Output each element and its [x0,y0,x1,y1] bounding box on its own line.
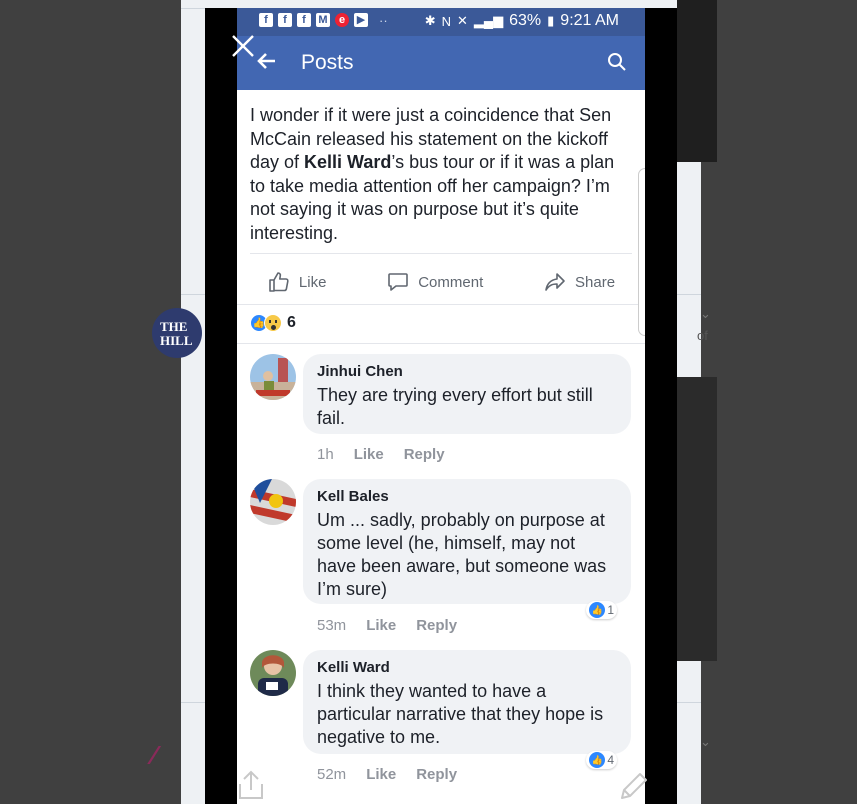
the-hill-logo: THE HILL [152,308,202,358]
facebook-icon: f [278,13,292,27]
comment-text: Um ... sadly, probably on purpose at som… [317,510,607,599]
nfc-icon: N [441,13,451,29]
more-dots-icon: ·· [379,13,388,28]
facebook-icon: f [297,13,311,27]
comment-meta: 52m Like Reply [317,766,457,783]
comment-text: They are trying every effort but still f… [317,385,593,428]
like-button[interactable]: Like [267,270,326,294]
system-icons: ✱ N ✕ ▂▄▆ 63% ▮ 9:21 AM [425,12,619,30]
comment-reply-button[interactable]: Reply [416,766,457,783]
background-image [677,377,717,661]
mentioned-name-link[interactable]: Kelli Ward [304,152,391,172]
avatar[interactable] [250,354,296,400]
comment-meta: 1h Like Reply [317,446,445,463]
comment-bubble: Kelli Ward I think they wanted to have a… [303,650,631,754]
like-reaction-icon: 👍 [589,752,606,768]
gmail-icon: M [316,13,330,27]
comment-like-button[interactable]: Like [366,617,396,634]
comment-time: 52m [317,766,347,783]
comment-bubble: Jinhui Chen They are trying every effort… [303,354,631,434]
wow-reaction-icon [264,314,282,332]
signal-icon: ▂▄▆ [473,13,504,28]
upload-icon[interactable] [236,768,266,802]
like-reaction-icon: 👍 [589,602,606,618]
comment-bubble: Kell Bales Um ... sadly, probably on pur… [303,479,631,604]
comment-like-button[interactable]: Like [354,446,384,463]
background-text: of [697,328,708,343]
notification-icons: f f f M e ▶ ·· [259,13,388,28]
comment-button[interactable]: Comment [386,270,483,294]
bluetooth-icon: ✱ [424,13,436,28]
reaction-count: 6 [287,314,296,331]
comment-author[interactable]: Jinhui Chen [317,363,618,381]
battery-icon: ▮ [547,13,555,28]
app-icon: e [335,13,349,27]
divider [237,304,645,305]
facebook-icon: f [259,13,273,27]
back-arrow-icon[interactable] [257,48,277,76]
chevron-down-icon: ⌄ [700,306,711,321]
comment-reply-button[interactable]: Reply [404,446,445,463]
battery-percent: 63% [509,12,542,29]
comment-meta: 53m Like Reply [317,617,457,634]
comment-author[interactable]: Kelli Ward [317,659,618,677]
close-icon[interactable] [230,33,256,59]
comment-time: 1h [317,446,334,463]
page-title: Posts [301,51,354,74]
pencil-icon[interactable] [616,770,650,804]
post-body: I wonder if it were just a coincidence t… [250,105,615,243]
comment-icon [388,273,409,291]
post-actions: Like Comment Share [237,262,645,302]
share-icon [545,273,565,291]
comment-like-count[interactable]: 👍 4 [586,751,617,769]
phone-screenshot: f f f M e ▶ ·· ✱ N ✕ ▂▄▆ 63% ▮ 9:21 AM P… [237,8,645,804]
chevron-down-icon: ⌄ [700,734,711,749]
comment-time: 53m [317,617,347,634]
scroll-handle[interactable] [638,168,645,336]
youtube-icon: ▶ [354,13,368,27]
comment-text: I think they wanted to have a particular… [317,681,604,747]
comment-like-button[interactable]: Like [366,766,396,783]
share-button[interactable]: Share [543,270,615,294]
clock: 9:21 AM [560,12,619,29]
background-image [677,0,717,162]
comment-author[interactable]: Kell Bales [317,488,618,506]
divider [250,253,632,254]
thumbs-up-icon [269,272,289,292]
app-header: Posts [237,36,645,90]
status-bar: f f f M e ▶ ·· ✱ N ✕ ▂▄▆ 63% ▮ 9:21 AM [237,8,645,36]
divider [237,343,645,344]
background-logo: ⁄ [152,740,157,770]
comment-reply-button[interactable]: Reply [416,617,457,634]
mute-icon: ✕ [456,13,468,28]
comment-like-count[interactable]: 👍 1 [586,601,617,619]
search-icon[interactable] [607,52,627,72]
avatar[interactable] [250,650,296,696]
avatar[interactable] [250,479,296,525]
reactions-summary[interactable]: 👍 6 [250,314,296,332]
